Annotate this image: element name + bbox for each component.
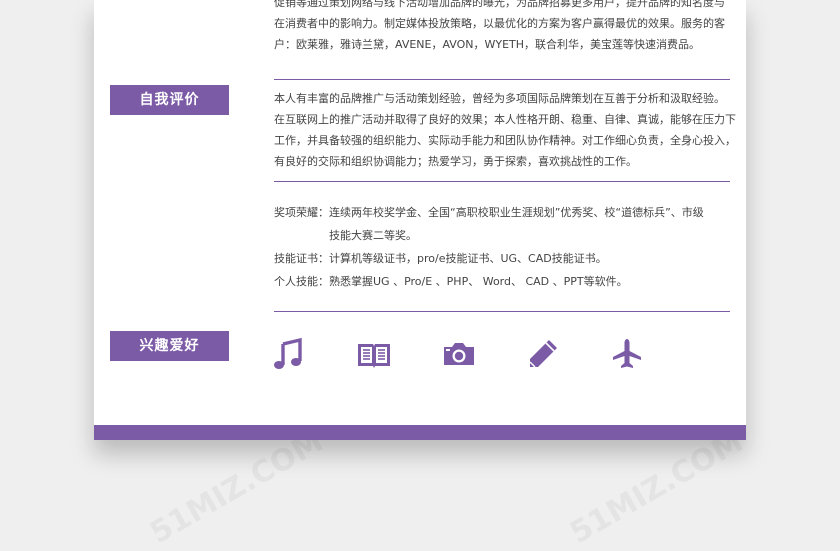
personal-skills-row: 个人技能： 熟悉掌握UG 、Pro/E 、PHP、 Word、 CAD 、PPT… bbox=[274, 270, 736, 293]
text-line: 工作，并具备较强的组织能力、实际动手能力和团队协作精神。对工作细心负责，全身心投… bbox=[274, 134, 736, 147]
awards-value: 连续两年校奖学金、全国“高职校职业生涯规划”优秀奖、校“道德标兵”、市级 技能大… bbox=[329, 201, 704, 247]
section-divider bbox=[274, 79, 730, 80]
section-divider bbox=[274, 181, 730, 182]
resume-page: 促销等通过策划网络与线下活动增加品牌的曝光，为品牌招募更多用户，提升品牌的知名度… bbox=[94, 0, 746, 440]
top-section-text: 促销等通过策划网络与线下活动增加品牌的曝光，为品牌招募更多用户，提升品牌的知名度… bbox=[274, 0, 734, 55]
personal-skills-key: 个人技能： bbox=[274, 275, 329, 288]
music-icon bbox=[270, 336, 306, 372]
personal-skills-value: 熟悉掌握UG 、Pro/E 、PHP、 Word、 CAD 、PPT等软件。 bbox=[329, 275, 628, 288]
text-line: 户：欧莱雅，雅诗兰黛，AVENE，AVON，WYETH，联合利华，美宝莲等快速消… bbox=[274, 38, 701, 51]
book-icon bbox=[356, 336, 392, 372]
certificate-key: 技能证书： bbox=[274, 252, 329, 265]
self-evaluation-text: 本人有丰富的品牌推广与活动策划经验，曾经为多项国际品牌策划在互善于分析和汲取经验… bbox=[274, 88, 736, 172]
hobbies-label: 兴趣爱好 bbox=[110, 331, 229, 361]
watermark: 51MIZ.COM bbox=[144, 424, 330, 551]
certificate-value: 计算机等级证书，pro/e技能证书、UG、CAD技能证书。 bbox=[329, 252, 607, 265]
text-line: 在消费者中的影响力。制定媒体投放策略，以最优化的方案为客户赢得最优的效果。服务的… bbox=[274, 17, 725, 30]
bottom-accent-bar bbox=[94, 425, 746, 440]
self-evaluation-label: 自我评价 bbox=[110, 85, 229, 115]
airplane-icon bbox=[609, 336, 645, 372]
text-line: 在互联网上的推广活动并取得了良好的效果；本人性格开朗、稳重、自律、真诚，能够在压… bbox=[274, 113, 736, 126]
text-line: 本人有丰富的品牌推广与活动策划经验，曾经为多项国际品牌策划在互善于分析和汲取经验… bbox=[274, 92, 725, 105]
awards-line: 连续两年校奖学金、全国“高职校职业生涯规划”优秀奖、校“道德标兵”、市级 bbox=[329, 206, 704, 219]
section-divider bbox=[274, 311, 730, 312]
awards-key: 奖项荣耀： bbox=[274, 206, 329, 219]
text-line: 有良好的交际和组织协调能力；热爱学习，勇于探索，喜欢挑战性的工作。 bbox=[274, 155, 637, 168]
text-line: 促销等通过策划网络与线下活动增加品牌的曝光，为品牌招募更多用户，提升品牌的知名度… bbox=[274, 0, 725, 9]
camera-icon bbox=[441, 336, 477, 372]
skills-text: 奖项荣耀： 连续两年校奖学金、全国“高职校职业生涯规划”优秀奖、校“道德标兵”、… bbox=[274, 201, 736, 293]
awards-row: 奖项荣耀： 连续两年校奖学金、全国“高职校职业生涯规划”优秀奖、校“道德标兵”、… bbox=[274, 201, 736, 247]
certificate-row: 技能证书： 计算机等级证书，pro/e技能证书、UG、CAD技能证书。 bbox=[274, 247, 736, 270]
awards-line: 技能大赛二等奖。 bbox=[329, 229, 417, 242]
watermark: 51MIZ.COM bbox=[564, 424, 750, 551]
pencil-icon bbox=[525, 336, 561, 372]
